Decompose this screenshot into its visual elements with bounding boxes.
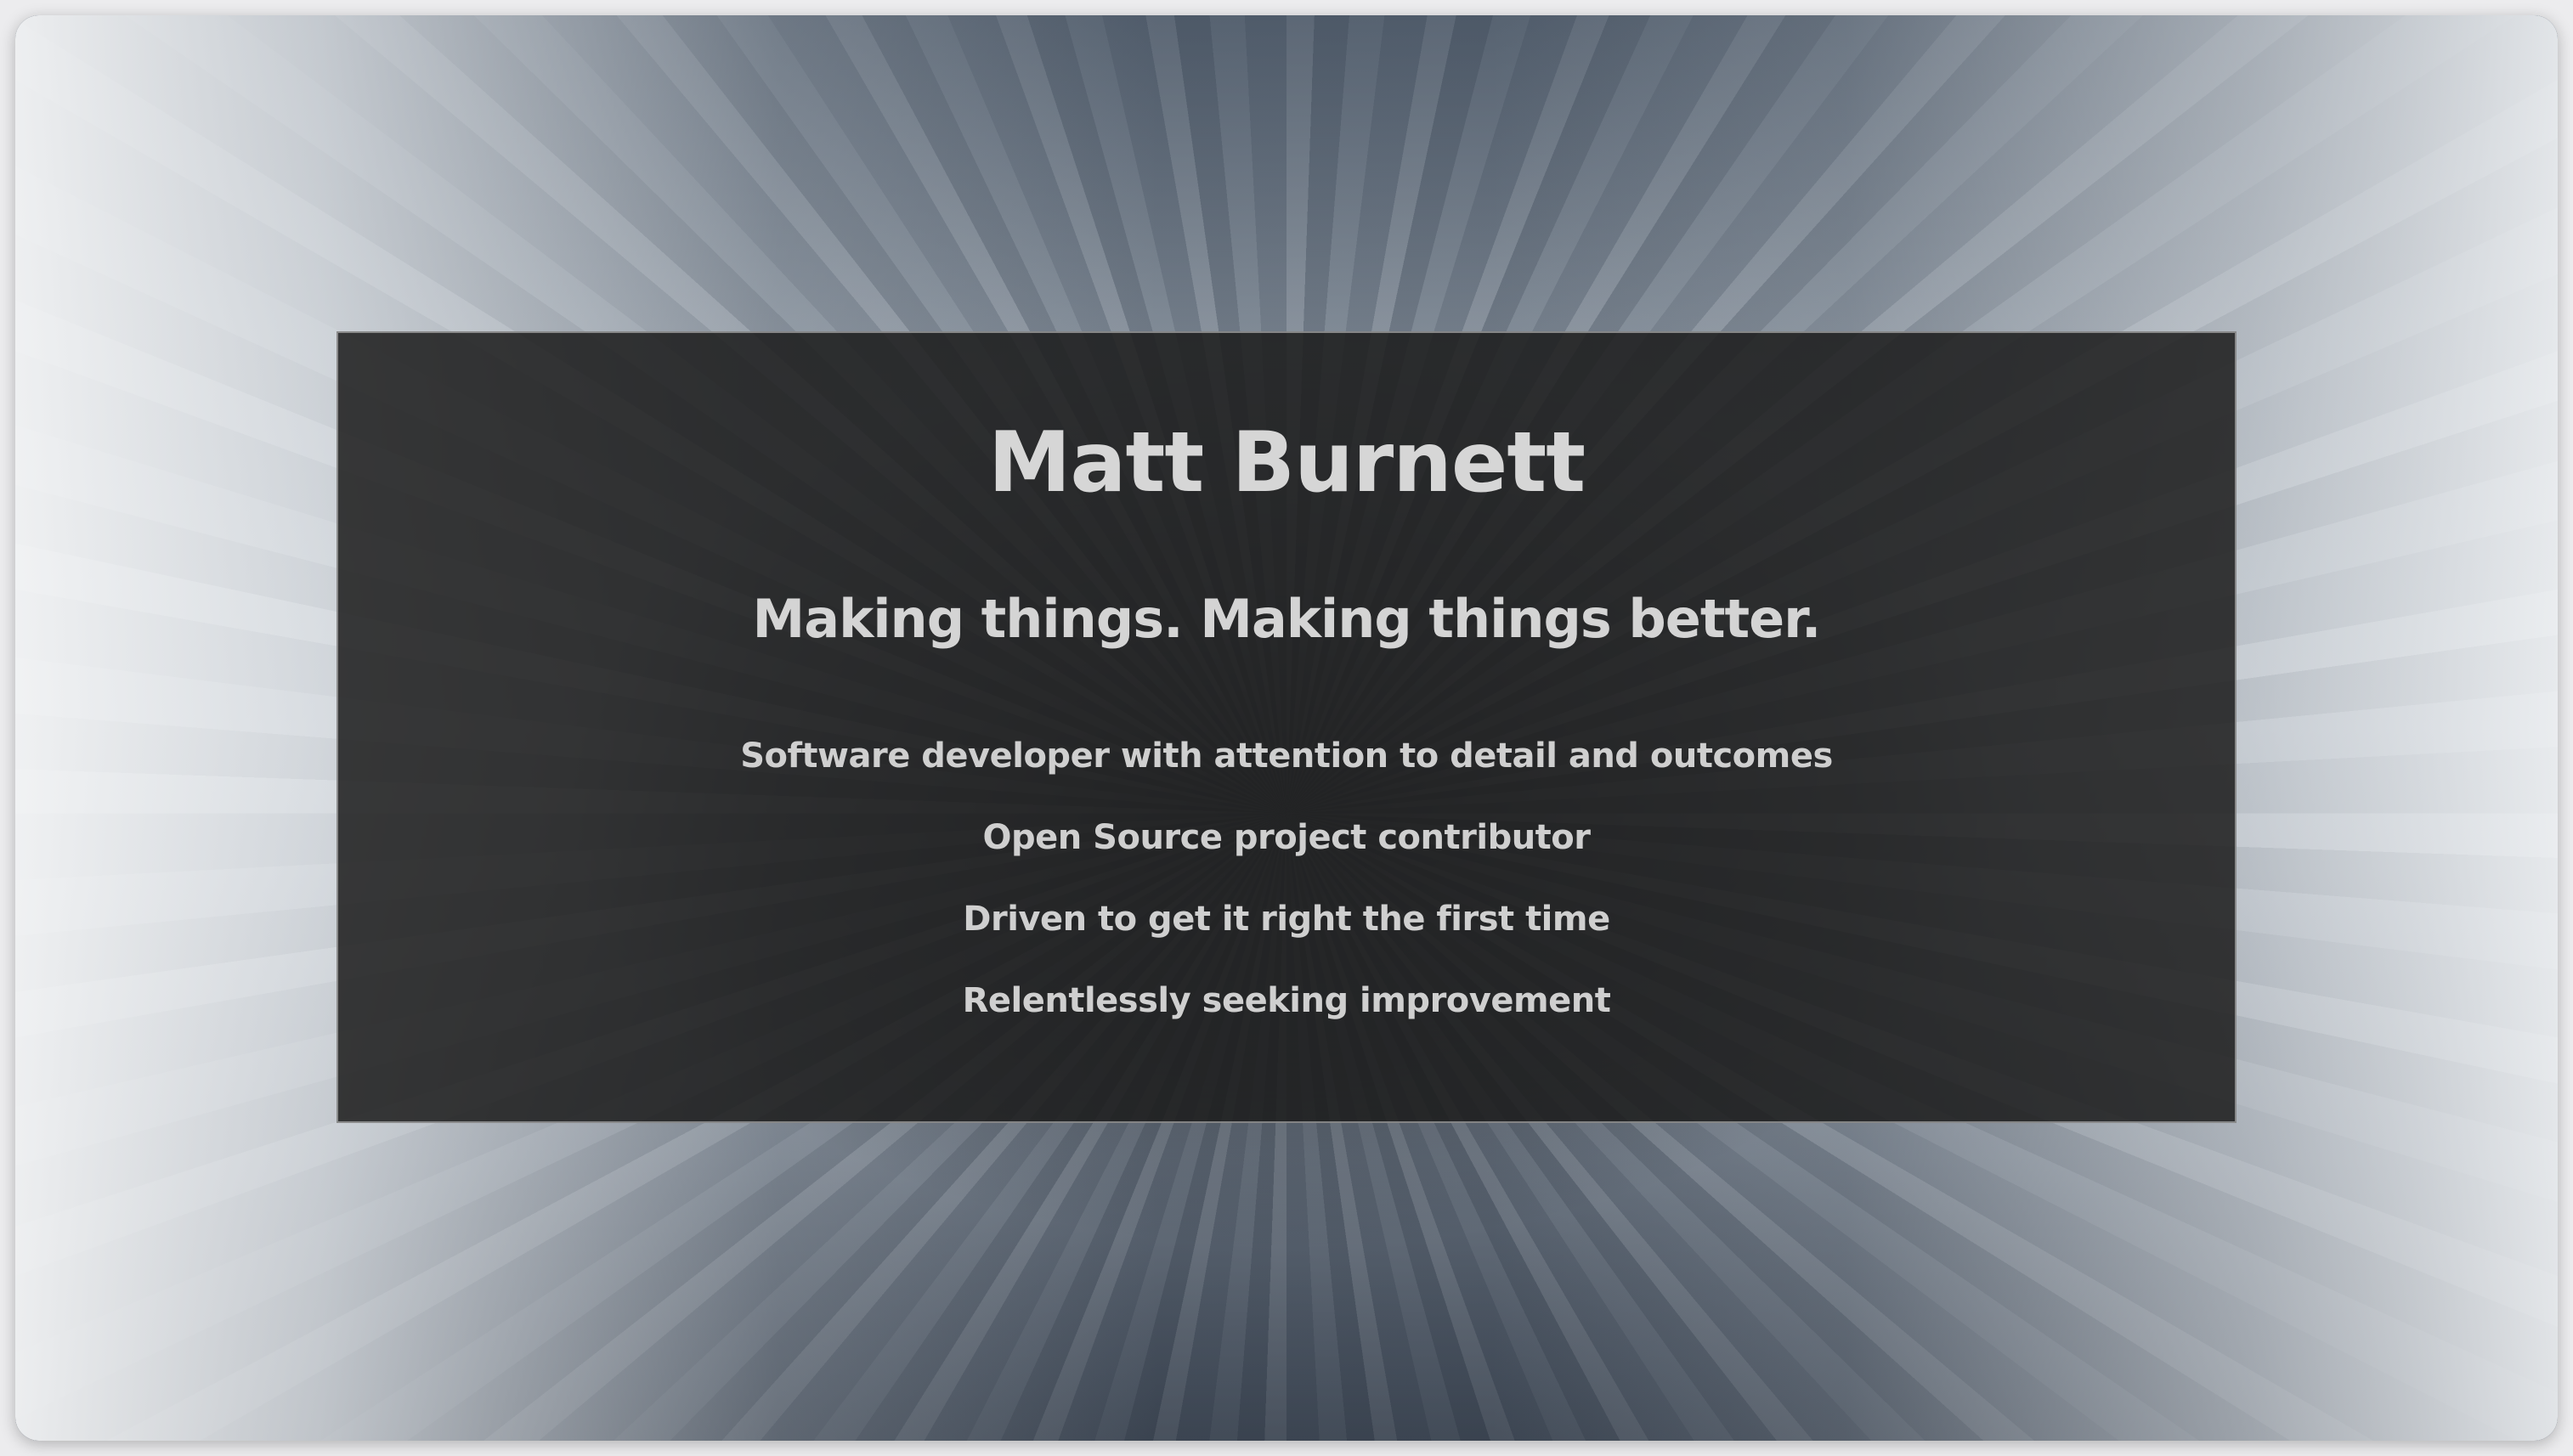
intro-panel: Matt Burnett Making things. Making thing… [336, 331, 2237, 1123]
tagline: Making things. Making things better. [752, 588, 1822, 650]
list-item: Driven to get it right the first time [963, 900, 1610, 939]
list-item: Relentlessly seeking improvement [962, 981, 1611, 1020]
browser-viewport: Matt Burnett Making things. Making thing… [15, 15, 2558, 1441]
list-item: Software developer with attention to det… [740, 736, 1833, 776]
list-item: Open Source project contributor [982, 818, 1591, 857]
highlights-list: Software developer with attention to det… [338, 731, 2235, 1057]
page-title: Matt Burnett [987, 415, 1586, 511]
